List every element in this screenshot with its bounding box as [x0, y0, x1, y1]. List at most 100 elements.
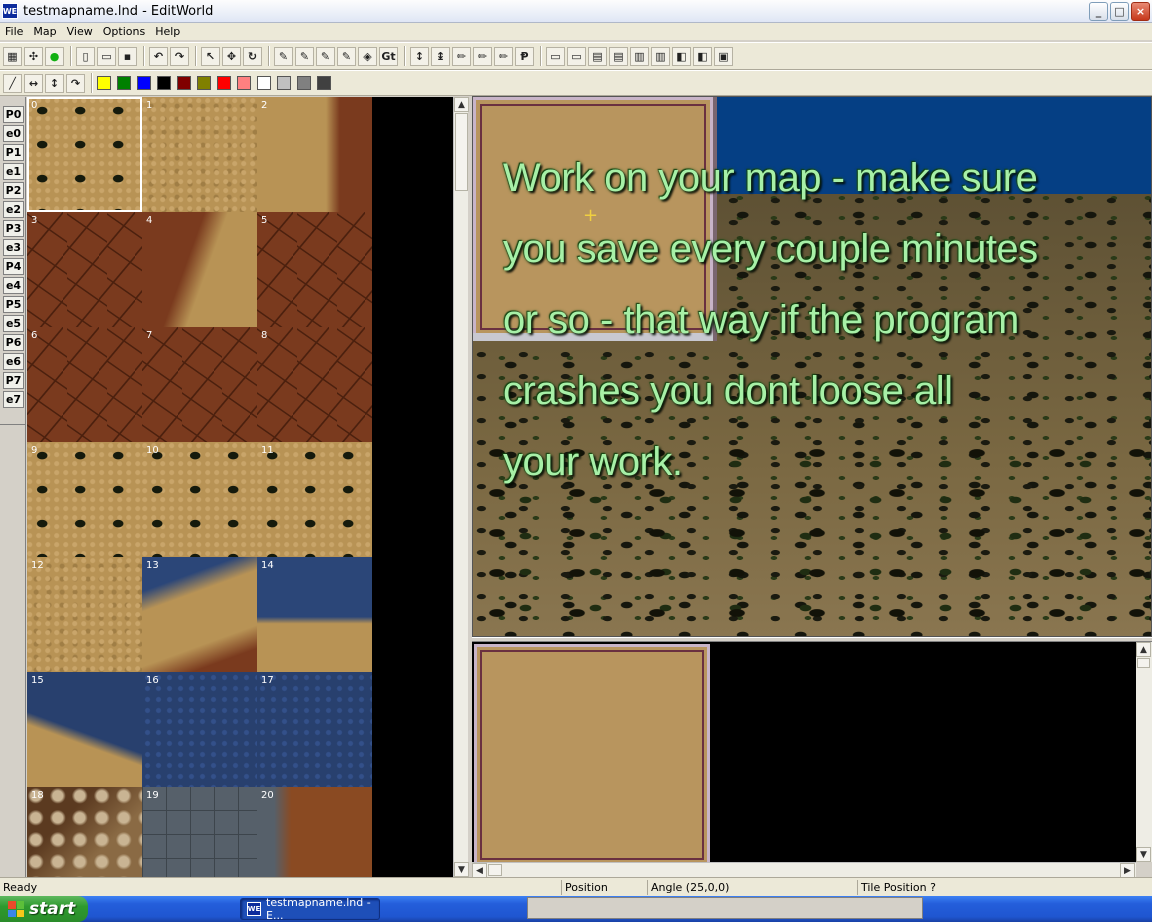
terrain-tile[interactable]: 9 [27, 442, 142, 557]
select-icon[interactable]: ▦ [3, 46, 22, 66]
scroll-up-arrow-icon[interactable]: ▲ [1136, 642, 1151, 657]
layer-tab-e6[interactable]: e6 [3, 353, 24, 370]
menu-map[interactable]: Map [28, 25, 61, 38]
3d-viewport[interactable]: + Work on your map - make sure you save … [472, 96, 1152, 637]
layer-tab-e7[interactable]: e7 [3, 391, 24, 408]
copy-icon[interactable]: ▤ [609, 46, 628, 66]
terrain-tile[interactable]: 10 [142, 442, 257, 557]
layer-tab-e1[interactable]: e1 [3, 163, 24, 180]
color-swatch[interactable] [197, 76, 211, 90]
layer-tab-p7[interactable]: P7 [3, 372, 24, 389]
layer-tab-e4[interactable]: e4 [3, 277, 24, 294]
color-swatch[interactable] [277, 76, 291, 90]
terrain-tile[interactable]: 13 [142, 557, 257, 672]
toggle-icon[interactable]: ◧ [672, 46, 691, 66]
terrain-tile[interactable]: 3 [27, 212, 142, 327]
brush-icon[interactable]: ✏ [494, 46, 513, 66]
vertical-arrow-icon[interactable]: ↕ [45, 73, 64, 93]
terrain-tile[interactable]: 18 [27, 787, 142, 877]
paint-icon[interactable]: ✎ [274, 46, 293, 66]
close-button[interactable]: × [1131, 2, 1150, 21]
terrain-tile[interactable]: 5 [257, 212, 372, 327]
save-icon[interactable]: ▪ [118, 46, 137, 66]
scroll-left-arrow-icon[interactable]: ◀ [472, 863, 487, 878]
color-swatch[interactable] [297, 76, 311, 90]
layer-tab-p4[interactable]: P4 [3, 258, 24, 275]
line-tool-icon[interactable]: ╱ [3, 73, 22, 93]
maximize-button[interactable]: □ [1110, 2, 1129, 21]
color-swatch[interactable] [217, 76, 231, 90]
map-view-horizontal-scrollbar[interactable]: ◀ ▶ [472, 862, 1136, 878]
layer-tab-p2[interactable]: P2 [3, 182, 24, 199]
taskbar-item-editworld[interactable]: WE testmapname.lnd - E... [240, 896, 380, 922]
scroll-up-arrow-icon[interactable]: ▲ [454, 97, 469, 112]
color-swatch[interactable] [317, 76, 331, 90]
scroll-thumb[interactable] [1137, 658, 1150, 668]
undo-icon[interactable]: ↶ [149, 46, 168, 66]
scroll-down-arrow-icon[interactable]: ▼ [454, 862, 469, 877]
select-rect-icon[interactable]: ▭ [567, 46, 586, 66]
terrain-tile[interactable]: 8 [257, 327, 372, 442]
minimize-button[interactable]: _ [1089, 2, 1108, 21]
toggle-icon[interactable]: ◧ [693, 46, 712, 66]
paint-icon[interactable]: ✎ [316, 46, 335, 66]
scroll-thumb[interactable] [455, 113, 468, 191]
height-down-icon[interactable]: ↨ [431, 46, 450, 66]
paint-icon[interactable]: ✎ [295, 46, 314, 66]
terrain-tile[interactable]: 15 [27, 672, 142, 787]
layer-tab-e3[interactable]: e3 [3, 239, 24, 256]
color-swatch[interactable] [97, 76, 111, 90]
terrain-tile[interactable]: 7 [142, 327, 257, 442]
gt-icon[interactable]: Gt [379, 46, 398, 66]
terrain-tile[interactable]: 11 [257, 442, 372, 557]
terrain-tile[interactable]: 14 [257, 557, 372, 672]
menu-file[interactable]: File [0, 25, 28, 38]
app-icon[interactable]: WE [2, 3, 18, 19]
pointer-icon[interactable]: ↖ [201, 46, 220, 66]
rotate-icon[interactable]: ↻ [243, 46, 262, 66]
layer-tab-p6[interactable]: P6 [3, 334, 24, 351]
tile-palette[interactable]: 0 1 2 3 4 5 6 7 8 9 10 11 12 13 14 15 16 17 18 19 20 [27, 97, 453, 877]
horizontal-arrow-icon[interactable]: ↔ [24, 73, 43, 93]
scroll-down-arrow-icon[interactable]: ▼ [1136, 847, 1151, 862]
select-rect-icon[interactable]: ▭ [546, 46, 565, 66]
layer-tab-p3[interactable]: P3 [3, 220, 24, 237]
layer-tab-p1[interactable]: P1 [3, 144, 24, 161]
color-swatch[interactable] [157, 76, 171, 90]
layer-tab-p0[interactable]: P0 [3, 106, 24, 123]
scroll-thumb[interactable] [488, 864, 502, 876]
start-button[interactable]: start [0, 896, 88, 922]
terrain-tile[interactable]: 19 [142, 787, 257, 877]
terrain-tile[interactable]: 1 [142, 97, 257, 212]
new-icon[interactable]: ▯ [76, 46, 95, 66]
color-swatch[interactable] [117, 76, 131, 90]
menu-help[interactable]: Help [150, 25, 185, 38]
copy-icon[interactable]: ▤ [588, 46, 607, 66]
brush-icon[interactable]: ✏ [473, 46, 492, 66]
terrain-tile[interactable]: 6 [27, 327, 142, 442]
map-view-vertical-scrollbar[interactable]: ▲ ▼ [1136, 642, 1152, 862]
redo-icon[interactable]: ↷ [170, 46, 189, 66]
menu-options[interactable]: Options [98, 25, 150, 38]
globe-icon[interactable]: ✣ [24, 46, 43, 66]
fill-icon[interactable]: ◈ [358, 46, 377, 66]
layer-tab-e0[interactable]: e0 [3, 125, 24, 142]
paint-icon[interactable]: ✎ [337, 46, 356, 66]
terrain-tile[interactable]: 17 [257, 672, 372, 787]
curve-icon[interactable]: ↷ [66, 73, 85, 93]
paste-icon[interactable]: ▥ [630, 46, 649, 66]
terrain-tile[interactable]: 12 [27, 557, 142, 672]
color-swatch[interactable] [137, 76, 151, 90]
layer-tab-e2[interactable]: e2 [3, 201, 24, 218]
layer-tab-e5[interactable]: e5 [3, 315, 24, 332]
terrain-tile[interactable]: 2 [257, 97, 372, 212]
menu-view[interactable]: View [62, 25, 98, 38]
brush-icon[interactable]: ✏ [452, 46, 471, 66]
color-swatch[interactable] [257, 76, 271, 90]
scroll-right-arrow-icon[interactable]: ▶ [1120, 863, 1135, 878]
title-bar[interactable]: WE testmapname.lnd - EditWorld _ □ × [0, 0, 1152, 23]
paste-icon[interactable]: ▥ [651, 46, 670, 66]
terrain-tile[interactable]: 20 [257, 787, 372, 877]
open-icon[interactable]: ▭ [97, 46, 116, 66]
color-swatch[interactable] [177, 76, 191, 90]
